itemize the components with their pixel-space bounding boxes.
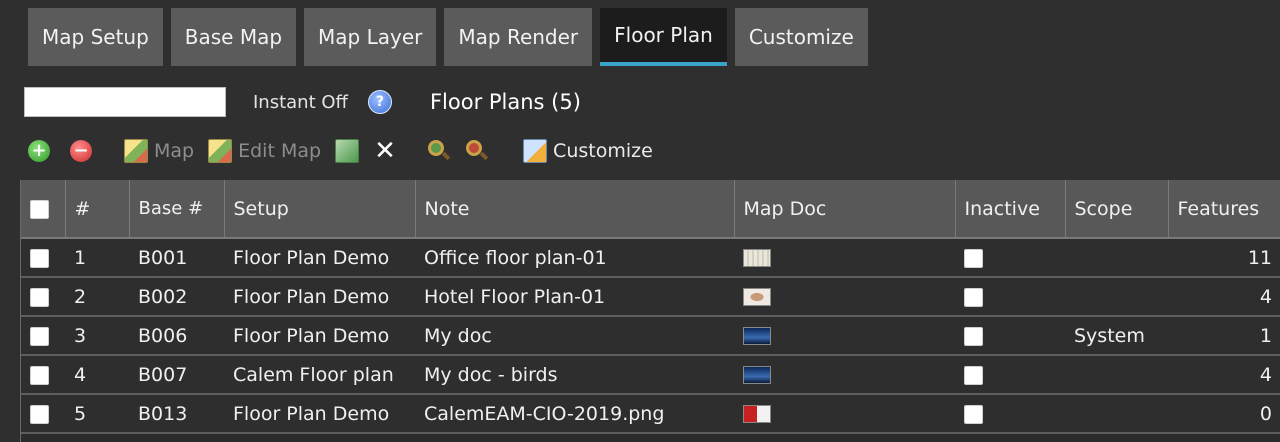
map-doc-thumbnail[interactable] — [743, 249, 771, 267]
table-row[interactable]: 1 B001 Floor Plan Demo Office floor plan… — [21, 238, 1280, 278]
select-all-checkbox[interactable] — [30, 199, 49, 219]
customize-button-label: Customize — [553, 140, 653, 162]
edit-map-button-label: Edit Map — [238, 140, 322, 162]
plus-circle-icon: + — [28, 140, 50, 162]
map-icon — [124, 139, 148, 163]
remove-button[interactable]: − — [70, 140, 92, 162]
edit-map-button[interactable]: Edit Map — [208, 139, 321, 163]
row-features: 1 — [1168, 316, 1280, 356]
inactive-checkbox[interactable] — [964, 287, 983, 307]
row-select-checkbox[interactable] — [30, 287, 49, 307]
col-header-map-doc[interactable]: Map Doc — [734, 180, 956, 239]
row-base: B006 — [129, 316, 224, 356]
row-num: 5 — [65, 394, 129, 434]
row-num: 4 — [65, 355, 129, 395]
row-setup: Floor Plan Demo — [224, 316, 415, 356]
map-doc-thumbnail[interactable] — [743, 366, 771, 384]
instant-toggle[interactable]: Instant Off — [253, 92, 348, 113]
select-all-cell — [21, 180, 66, 239]
row-setup: Calem Floor plan — [224, 355, 415, 395]
row-note: Office floor plan-01 — [415, 238, 734, 278]
col-header-scope[interactable]: Scope — [1065, 180, 1169, 239]
row-features: 11 — [1168, 238, 1280, 278]
row-scope — [1065, 238, 1168, 278]
row-num: 1 — [65, 238, 129, 278]
page-title: Floor Plans (5) — [429, 90, 581, 114]
row-scope — [1065, 355, 1168, 395]
row-setup: Floor Plan Demo — [224, 394, 415, 434]
row-features: 0 — [1168, 394, 1280, 434]
row-scope — [1065, 277, 1168, 317]
tab-map-setup[interactable]: Map Setup — [28, 8, 163, 66]
map-button-label: Map — [154, 140, 195, 162]
row-select-checkbox[interactable] — [30, 248, 49, 268]
tab-customize[interactable]: Customize — [734, 8, 868, 66]
row-base: B001 — [129, 238, 224, 278]
col-header-inactive[interactable]: Inactive — [955, 180, 1066, 239]
close-icon: ✕ — [374, 136, 396, 166]
edit-map-icon — [208, 139, 233, 163]
row-num: 2 — [65, 277, 129, 317]
inactive-checkbox[interactable] — [964, 248, 983, 268]
table-row[interactable]: 3 B006 Floor Plan Demo My doc System 1 — [21, 316, 1280, 356]
row-num: 3 — [65, 316, 129, 356]
row-note: Hotel Floor Plan-01 — [415, 277, 734, 317]
tab-base-map[interactable]: Base Map — [170, 8, 297, 66]
row-base: B002 — [129, 277, 224, 317]
row-features: 4 — [1168, 355, 1280, 395]
zoom-in-button[interactable] — [427, 139, 451, 163]
customize-button[interactable]: Customize — [523, 139, 653, 163]
row-base: B007 — [129, 355, 224, 395]
row-note: My doc — [415, 316, 734, 356]
inactive-checkbox[interactable] — [964, 404, 983, 424]
map-doc-thumbnail[interactable] — [743, 405, 771, 423]
add-button[interactable]: + — [28, 140, 50, 162]
search-row: Instant Off ? Floor Plans (5) — [24, 86, 581, 118]
col-header-base[interactable]: Base # — [129, 180, 225, 239]
customize-icon — [523, 139, 548, 163]
zoom-out-icon — [465, 139, 489, 163]
row-note: My doc - birds — [415, 355, 734, 395]
row-select-checkbox[interactable] — [30, 326, 49, 346]
row-note: CalemEAM-CIO-2019.png — [415, 394, 734, 434]
floor-plan-table: # Base # Setup Note Map Doc Inactive Sco… — [20, 180, 1280, 442]
refresh-icon — [335, 139, 360, 163]
row-scope — [1065, 394, 1168, 434]
zoom-out-button[interactable] — [465, 139, 489, 163]
table-header-row: # Base # Setup Note Map Doc Inactive Sco… — [21, 180, 1280, 239]
row-select-checkbox[interactable] — [30, 404, 49, 424]
tab-floor-plan[interactable]: Floor Plan — [600, 8, 727, 66]
row-scope: System — [1065, 316, 1168, 356]
tab-map-layer[interactable]: Map Layer — [304, 8, 437, 66]
help-icon[interactable]: ? — [367, 90, 392, 114]
row-setup: Floor Plan Demo — [224, 238, 415, 278]
table-row[interactable]: 2 B002 Floor Plan Demo Hotel Floor Plan-… — [21, 277, 1280, 317]
table-row[interactable]: 4 B007 Calem Floor plan My doc - birds 4 — [21, 355, 1280, 395]
zoom-in-icon — [427, 139, 451, 163]
col-header-num[interactable]: # — [65, 180, 130, 239]
row-features: 4 — [1168, 277, 1280, 317]
search-input[interactable] — [24, 87, 226, 117]
tab-map-render[interactable]: Map Render — [444, 8, 593, 66]
map-button[interactable]: Map — [124, 139, 194, 163]
table-row[interactable]: 5 B013 Floor Plan Demo CalemEAM-CIO-2019… — [21, 394, 1280, 434]
map-doc-thumbnail[interactable] — [743, 327, 771, 345]
minus-circle-icon: − — [70, 140, 92, 162]
row-base: B013 — [129, 394, 224, 434]
tab-bar: Map Setup Base Map Map Layer Map Render … — [28, 8, 868, 66]
col-header-setup[interactable]: Setup — [224, 180, 416, 239]
refresh-button[interactable] — [335, 139, 360, 163]
toolbar: + − Map Edit Map ✕ Customize — [24, 134, 653, 168]
inactive-checkbox[interactable] — [964, 365, 983, 385]
row-setup: Floor Plan Demo — [224, 277, 415, 317]
clear-button[interactable]: ✕ — [373, 136, 397, 166]
inactive-checkbox[interactable] — [964, 326, 983, 346]
map-doc-thumbnail[interactable] — [743, 288, 771, 306]
col-header-features[interactable]: Features — [1168, 180, 1280, 239]
row-select-checkbox[interactable] — [30, 365, 49, 385]
col-header-note[interactable]: Note — [415, 180, 735, 239]
